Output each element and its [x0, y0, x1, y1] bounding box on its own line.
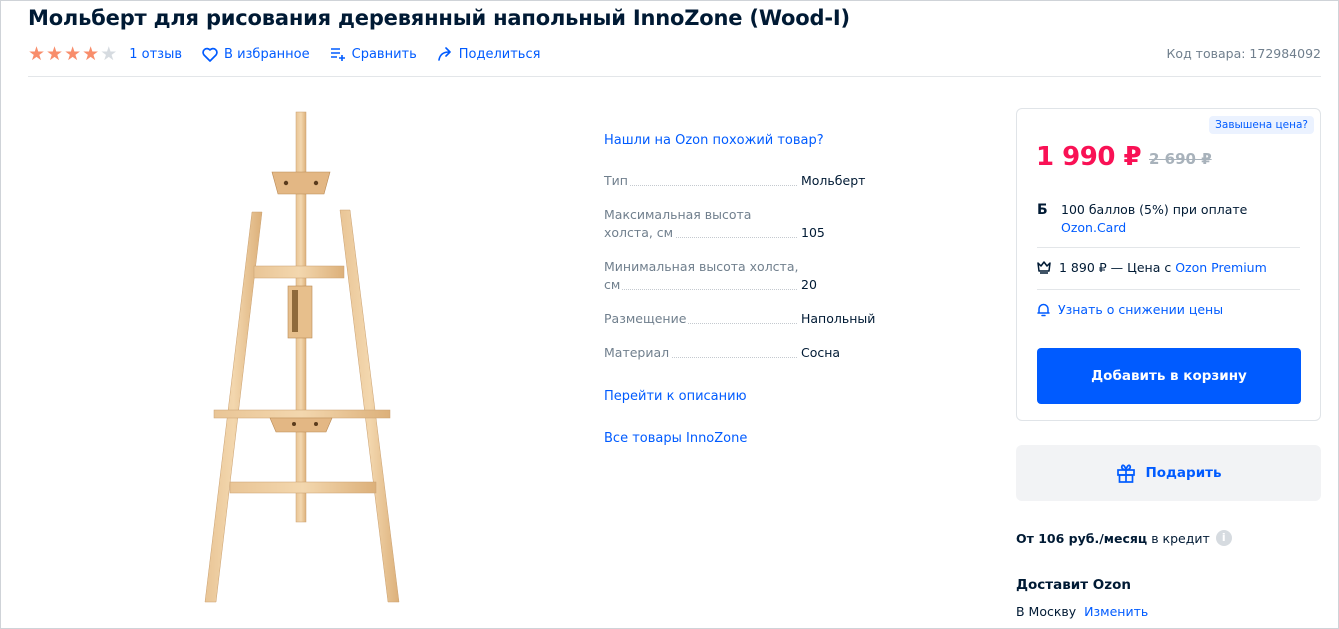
star-icon: ★ — [46, 42, 64, 65]
star-icon: ★ — [100, 42, 118, 65]
old-price: 2 690 ₽ — [1149, 150, 1212, 168]
delivery-city: В Москву — [1016, 604, 1077, 619]
change-city-link[interactable]: Изменить — [1084, 604, 1148, 619]
spec-value: Напольный — [801, 311, 876, 326]
spec-row: Тип Мольберт — [604, 172, 904, 190]
spec-row: Материал Сосна — [604, 344, 904, 362]
compare-list-icon — [330, 48, 345, 61]
delivery-city-row: В Москву Изменить — [1016, 604, 1148, 619]
star-icon: ★ — [82, 42, 100, 65]
bonus-text: 100 баллов (5%) при оплате — [1061, 202, 1248, 217]
gift-icon — [1117, 464, 1136, 483]
bell-icon — [1037, 303, 1050, 316]
star-icon: ★ — [28, 42, 46, 65]
product-sku: Код товара: 172984092 — [1166, 46, 1321, 61]
header-divider — [28, 76, 1321, 77]
overpriced-badge[interactable]: Завышена цена? — [1209, 116, 1314, 134]
delivery-title: Доставит Ozon — [1016, 577, 1131, 593]
price-drop-label: Узнать о снижении цены — [1058, 302, 1224, 317]
credit-suffix: в кредит — [1151, 530, 1210, 546]
card-divider — [1037, 247, 1300, 248]
star-icon: ★ — [64, 42, 82, 65]
share-button[interactable]: Поделиться — [437, 46, 541, 62]
credit-amount: От 106 руб./месяц — [1016, 530, 1148, 546]
spec-value: 20 — [801, 277, 817, 292]
share-arrow-icon — [437, 47, 451, 61]
spec-name: Материал — [604, 344, 801, 362]
similar-product-link[interactable]: Нашли на Ozon похожий товар? — [604, 133, 824, 148]
heart-icon — [202, 47, 218, 62]
spec-value: 105 — [801, 225, 825, 240]
current-price: 1 990 ₽ — [1036, 142, 1142, 172]
reviews-link[interactable]: 1 отзыв — [129, 47, 182, 62]
rating-stars[interactable]: ★ ★ ★ ★ ★ — [28, 42, 118, 65]
price-card: Завышена цена? 1 990 ₽ 2 690 ₽ Б 100 бал… — [1016, 108, 1321, 421]
spec-name: Размещение — [604, 310, 801, 328]
ozon-card-link[interactable]: Ozon.Card — [1061, 220, 1126, 235]
all-brand-products-link[interactable]: Все товары InnoZone — [604, 431, 747, 446]
spec-name: Максимальная высота холста, см — [604, 206, 801, 242]
compare-label: Сравнить — [351, 46, 417, 62]
product-meta-row: ★ ★ ★ ★ ★ 1 отзыв В избранное Сравнить Подел… — [28, 44, 560, 64]
favorite-button[interactable]: В избранное — [202, 47, 310, 62]
spec-name: Минимальная высота холста, см — [604, 259, 799, 292]
gift-button[interactable]: Подарить — [1016, 445, 1321, 501]
spec-value: Сосна — [801, 345, 841, 360]
spec-row: Минимальная высота холста, см 20 — [604, 258, 904, 294]
price-drop-notify[interactable]: Узнать о снижении цены — [1037, 302, 1223, 317]
premium-price-text: 1 890 ₽ — Цена с — [1059, 260, 1172, 275]
add-to-cart-button[interactable]: Добавить в корзину — [1037, 348, 1301, 404]
card-divider — [1037, 289, 1300, 290]
spec-row: Максимальная высота холста, см 105 — [604, 206, 904, 242]
goto-description-link[interactable]: Перейти к описанию — [604, 389, 747, 404]
ozon-premium-link[interactable]: Ozon Premium — [1175, 260, 1267, 275]
bonus-info: Б 100 баллов (5%) при оплате Ozon.Card — [1037, 201, 1247, 237]
credit-offer[interactable]: От 106 руб./месяц в кредит i — [1016, 530, 1232, 546]
info-icon[interactable]: i — [1215, 530, 1232, 546]
gift-label: Подарить — [1145, 465, 1222, 481]
product-image-easel[interactable] — [190, 106, 410, 606]
favorite-label: В избранное — [224, 46, 310, 62]
spec-value: Мольберт — [801, 173, 866, 188]
premium-crown-icon — [1037, 261, 1051, 274]
specs-list: Тип Мольберт Максимальная высота холста, с… — [604, 172, 904, 378]
spec-name: Тип — [604, 172, 801, 190]
spec-row: Размещение Напольный — [604, 310, 904, 328]
premium-price-row: 1 890 ₽ — Цена с Ozon Premium — [1037, 260, 1267, 275]
product-title: Мольберт для рисования деревянный наполь… — [28, 6, 850, 30]
share-label: Поделиться — [458, 46, 541, 62]
compare-button[interactable]: Сравнить — [330, 47, 417, 62]
bonus-b-icon: Б — [1037, 202, 1048, 218]
